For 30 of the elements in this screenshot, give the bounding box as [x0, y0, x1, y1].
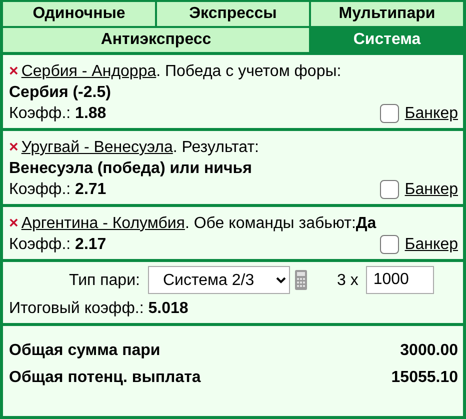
- odds-text: Коэфф.: 2.17: [9, 235, 106, 255]
- match-link[interactable]: Сербия - Андорра: [21, 63, 156, 80]
- total-value: 3000.00: [400, 341, 458, 361]
- banker-link[interactable]: Банкер: [404, 234, 458, 255]
- bet-type-label: Тип пари:: [69, 270, 140, 290]
- tab[interactable]: Мультипари: [311, 2, 463, 26]
- banker-link[interactable]: Банкер: [404, 179, 458, 200]
- bet-type-dropdown[interactable]: Система 2/3: [148, 266, 290, 294]
- remove-button[interactable]: ×: [9, 139, 18, 156]
- total-odds-text: Итоговый коэфф.: 5.018: [9, 299, 188, 319]
- total-label: Общая потенц. выплата: [9, 368, 201, 388]
- odds-text: Коэфф.: 1.88: [9, 104, 106, 124]
- match-link[interactable]: Аргентина - Колумбия: [21, 215, 185, 232]
- match-link[interactable]: Уругвай - Венесуэла: [21, 139, 173, 156]
- tab[interactable]: Экспрессы: [157, 2, 309, 26]
- remove-button[interactable]: ×: [9, 63, 18, 80]
- tab[interactable]: Антиэкспресс: [3, 28, 309, 52]
- bet-description: Аргентина - Колумбия. Обе команды забьют:Да: [21, 215, 376, 232]
- selection-text: Венесуэла (победа) или ничья: [9, 159, 253, 179]
- tab[interactable]: Одиночные: [3, 2, 155, 26]
- total-label: Общая сумма пари: [9, 341, 160, 361]
- multiplier-text: 3 x: [336, 270, 358, 290]
- stake-field[interactable]: 1000: [366, 266, 434, 294]
- odds-text: Коэфф.: 2.71: [9, 180, 106, 200]
- bet-description: Сербия - Андорра. Победа с учетом форы:: [21, 63, 342, 80]
- selection-text: Сербия (-2.5): [9, 83, 112, 103]
- remove-button[interactable]: ×: [9, 215, 18, 232]
- bet-description: Уругвай - Венесуэла. Результат:: [21, 139, 259, 156]
- total-value: 15055.10: [391, 368, 458, 388]
- banker-link[interactable]: Банкер: [404, 103, 458, 124]
